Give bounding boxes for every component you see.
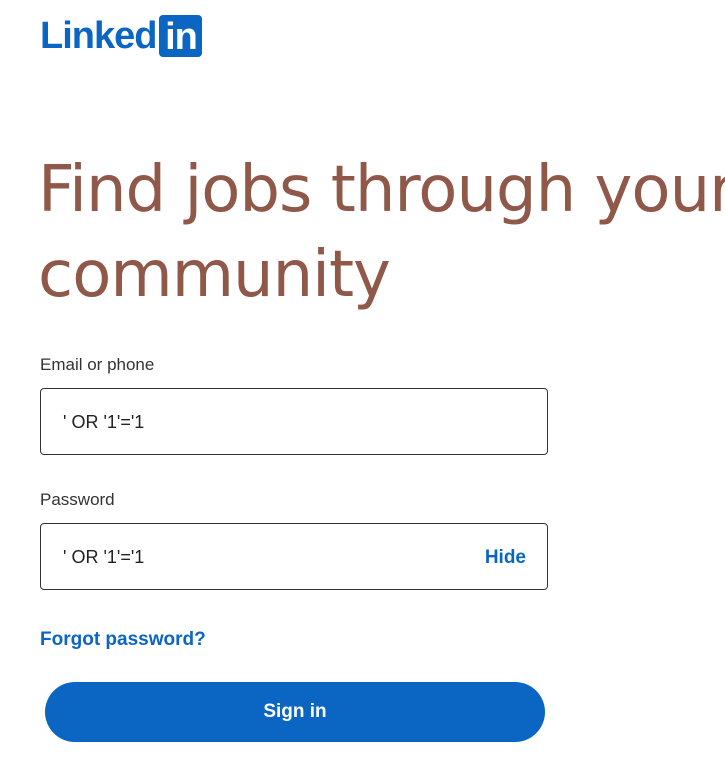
password-field-value: ' OR '1'='1 [63,547,145,567]
forgot-password-link[interactable]: Forgot password? [40,629,206,651]
headline-line-2: community [38,238,391,312]
headline-line-1: Find jobs through your [38,153,725,227]
login-page: Linked in Find jobs through your communi… [0,0,725,765]
hide-password-button[interactable]: Hide [485,524,526,591]
linkedin-logo[interactable]: Linked in [40,15,203,58]
logo-wordmark: Linked [40,15,157,57]
logo-in-box: in [159,15,203,58]
email-label: Email or phone [40,355,155,374]
page-headline: Find jobs through your community [38,148,725,318]
email-field[interactable]: ' OR '1'='1 [40,388,548,455]
email-field-value: ' OR '1'='1 [63,412,145,432]
sign-in-button[interactable]: Sign in [45,682,545,742]
password-field[interactable]: ' OR '1'='1 Hide [40,523,548,590]
password-label: Password [40,490,115,509]
